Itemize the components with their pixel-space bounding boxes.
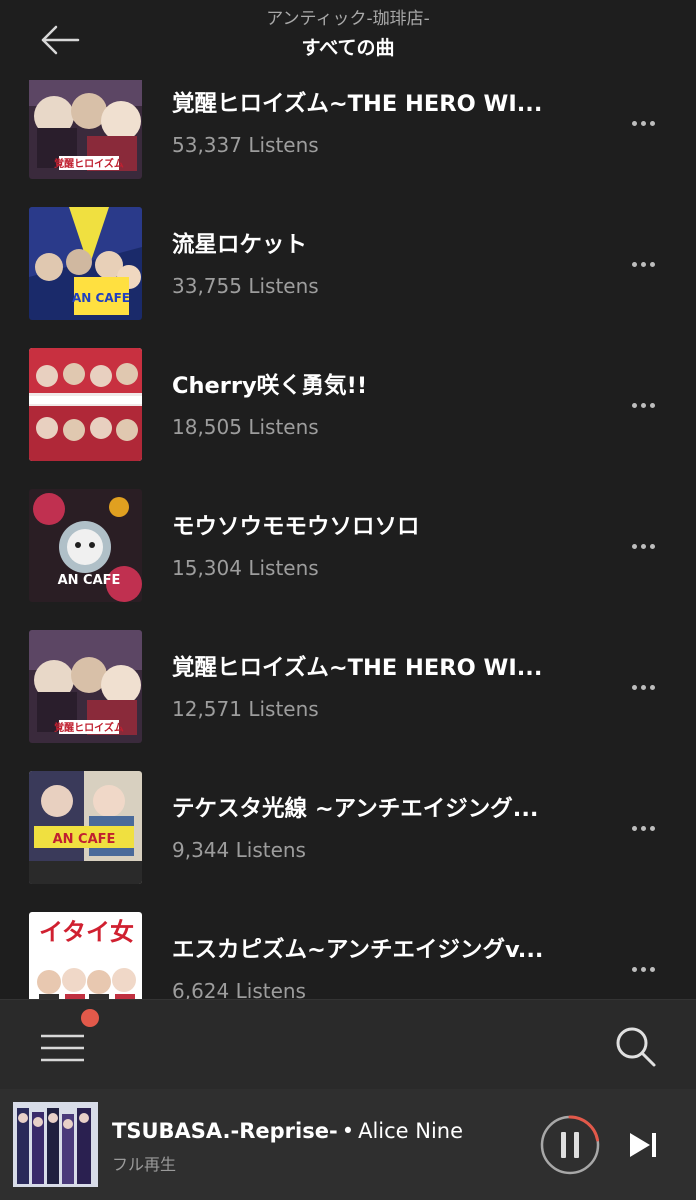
song-row[interactable]: AN CAFE	[0, 141, 696, 320]
song-row[interactable]: AN CAFE	[0, 423, 696, 602]
now-playing-separator: •	[341, 1119, 355, 1143]
song-row[interactable]	[0, 282, 696, 461]
pause-button[interactable]	[539, 1114, 601, 1176]
menu-button[interactable]	[38, 1026, 90, 1066]
now-playing-track: TSUBASA.-Reprise-	[112, 1119, 338, 1143]
bottom-nav-bar	[0, 999, 696, 1090]
search-button[interactable]	[612, 1024, 660, 1068]
song-row[interactable]: イタイ女	[0, 846, 696, 1000]
album-art: イタイ女	[29, 912, 142, 1000]
svg-text:イタイ女: イタイ女	[39, 918, 134, 946]
now-playing-artist: Alice Nine	[358, 1119, 464, 1143]
song-row[interactable]: 覚醒ヒロイズム	[0, 564, 696, 743]
page-title: すべての曲	[301, 37, 395, 59]
artist-name: アンティック-珈琲店-	[266, 9, 430, 29]
next-track-button[interactable]	[626, 1123, 662, 1167]
now-playing-bar[interactable]: TSUBASA.-Reprise- • Alice Nine フル再生	[0, 1089, 696, 1200]
search-icon	[616, 1027, 656, 1067]
now-playing-info[interactable]: TSUBASA.-Reprise- • Alice Nine	[112, 1119, 463, 1143]
pause-icon	[540, 1115, 600, 1175]
skip-next-icon	[630, 1133, 656, 1157]
song-row[interactable]: AN CAFE	[0, 705, 696, 884]
now-playing-subtitle: フル再生	[112, 1155, 177, 1174]
song-list[interactable]: 覚醒ヒロイズム AN CAFE AN CAFE 覚醒ヒロイズム AN CAFE …	[0, 0, 696, 1000]
notification-badge	[81, 1009, 99, 1027]
hamburger-menu-icon	[41, 1034, 84, 1062]
now-playing-album-art[interactable]	[13, 1102, 98, 1187]
svg-text:AN CAFE: AN CAFE	[53, 832, 116, 847]
top-header: アンティック-珈琲店- すべての曲	[0, 0, 696, 80]
